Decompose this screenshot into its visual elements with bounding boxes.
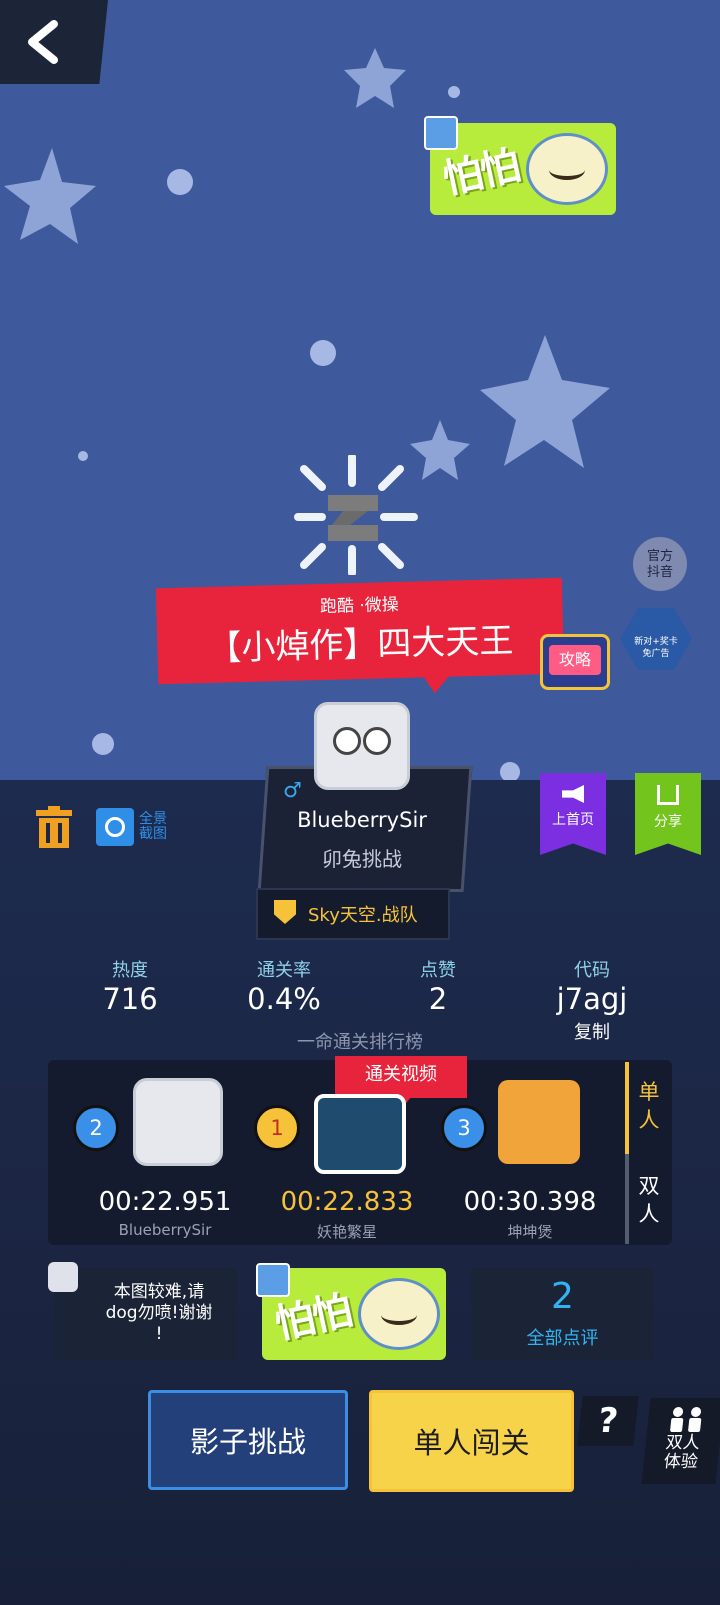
- single-play-button[interactable]: 单人闯关: [369, 1390, 574, 1492]
- sticker-avatar-icon: [424, 116, 458, 150]
- duo-trial-button[interactable]: 双人 体验: [641, 1398, 720, 1484]
- heat-label: 热度: [112, 960, 148, 981]
- emoji-face-icon: [358, 1278, 440, 1350]
- two-people-icon: [670, 1407, 702, 1432]
- bubble: [167, 169, 193, 195]
- help-button[interactable]: ?: [577, 1396, 639, 1446]
- leaderboard-tabs: 单 人 双 人: [625, 1062, 669, 1244]
- tab-single[interactable]: 单 人: [629, 1062, 669, 1152]
- leaderboard-title: 一命通关排行榜: [297, 1032, 423, 1053]
- share-label: 分享: [654, 814, 682, 830]
- review-count: 2: [551, 1276, 574, 1317]
- screenshot-button[interactable]: [96, 808, 134, 846]
- player-name: BlueberrySir: [118, 1221, 212, 1239]
- comment-preview[interactable]: 本图较难,请 dog勿喷!谢谢 !: [54, 1268, 237, 1360]
- back-button[interactable]: [0, 0, 108, 84]
- star-decorations: [4, 48, 610, 480]
- rank-badge: 2: [73, 1105, 119, 1151]
- record-time: 00:22.833: [280, 1187, 414, 1217]
- emoji-face-icon: [526, 133, 608, 205]
- rank-badge-gold: 1: [254, 1105, 300, 1151]
- team-badge[interactable]: Sky天空.战队: [256, 888, 450, 940]
- team-name: Sky天空.战队: [308, 905, 418, 926]
- copy-code-button[interactable]: 复制: [532, 1018, 652, 1044]
- promote-button[interactable]: 上首页: [540, 773, 606, 855]
- bubble: [500, 762, 520, 782]
- official-douyin-button[interactable]: 官方 抖音: [633, 537, 687, 591]
- code-label: 代码: [574, 960, 610, 981]
- author-avatar[interactable]: [314, 702, 410, 790]
- male-icon: ♂: [283, 778, 302, 802]
- shield-icon: [274, 900, 296, 924]
- level-preview-icon: [294, 455, 418, 575]
- rank-badge: 3: [441, 1105, 487, 1151]
- author-subtitle: 卯兔挑战: [322, 847, 402, 871]
- like-label: 点赞: [420, 960, 456, 981]
- megaphone-icon: [562, 785, 584, 803]
- record-time: 00:22.951: [98, 1187, 232, 1217]
- guide-label: 攻略: [549, 645, 601, 675]
- code-value: j7agj: [556, 982, 628, 1016]
- player-avatar[interactable]: [133, 1078, 223, 1166]
- bubble: [310, 340, 336, 366]
- promote-label: 上首页: [552, 812, 594, 828]
- chevron-left-icon: [28, 20, 58, 64]
- tab-double[interactable]: 双 人: [629, 1154, 669, 1244]
- bubble: [78, 451, 88, 461]
- player-avatar[interactable]: [498, 1080, 580, 1164]
- bubble: [448, 86, 460, 98]
- camera-icon: [105, 817, 125, 837]
- author-name: BlueberrySir: [297, 808, 427, 832]
- level-title-banner: 跑酷 ·微操 【小焯作】四大天王: [155, 577, 565, 694]
- bubble: [92, 733, 114, 755]
- all-reviews-button[interactable]: 2 全部点评: [471, 1268, 654, 1360]
- clear-video-button[interactable]: 通关视频: [335, 1056, 467, 1098]
- delete-button[interactable]: [36, 806, 72, 848]
- player-avatar[interactable]: [314, 1094, 406, 1174]
- pass-rate-value: 0.4%: [247, 982, 321, 1016]
- screenshot-label: 全景 截图: [139, 811, 167, 842]
- all-reviews-label: 全部点评: [526, 1328, 599, 1349]
- guide-button[interactable]: 攻略: [540, 634, 610, 690]
- commenter-avatar: [48, 1262, 78, 1292]
- record-time: 00:30.398: [463, 1187, 597, 1217]
- trash-icon: [36, 806, 72, 848]
- player-name: 妖艳繁星: [316, 1223, 377, 1241]
- like-value: 2: [428, 982, 448, 1016]
- share-button[interactable]: 分享: [635, 773, 701, 855]
- duo-trial-label: 双人 体验: [662, 1433, 701, 1472]
- player-name: 坤坤煲: [507, 1223, 553, 1241]
- shadow-challenge-button[interactable]: 影子挑战: [148, 1390, 348, 1490]
- level-title: 【小焯作】四大天王: [206, 620, 514, 669]
- sticker-avatar-icon: [256, 1263, 290, 1297]
- heat-value: 716: [102, 982, 158, 1016]
- pass-rate-label: 通关率: [257, 960, 311, 981]
- comment-text: 本图较难,请 dog勿喷!谢谢 !: [105, 1282, 213, 1344]
- avatar-eye: [333, 727, 361, 755]
- avatar-eye: [363, 727, 391, 755]
- share-icon: [657, 785, 679, 805]
